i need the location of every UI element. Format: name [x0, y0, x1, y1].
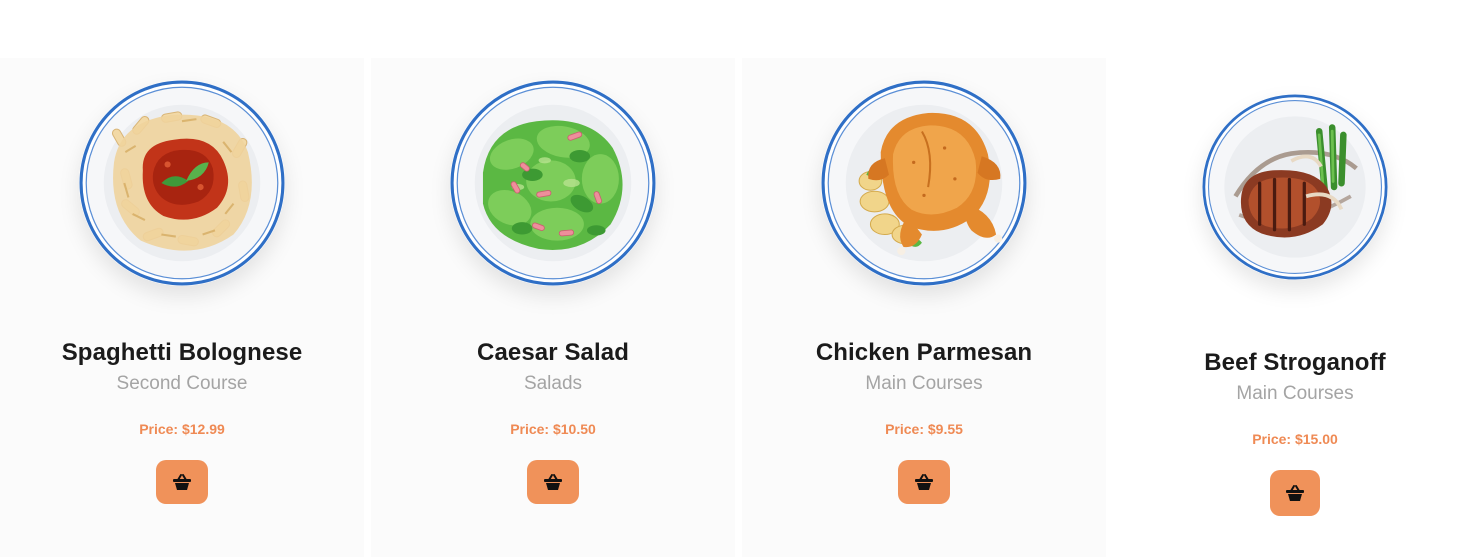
product-card: Beef Stroganoff Main Courses Price: $15.…	[1113, 58, 1477, 557]
product-name: Spaghetti Bolognese	[61, 339, 303, 366]
product-name: Chicken Parmesan	[815, 339, 1033, 366]
product-card: Caesar Salad Salads Price: $10.50	[371, 58, 735, 557]
pasta-plate-icon[interactable]	[79, 80, 285, 286]
roast-chicken-plate-icon[interactable]	[821, 80, 1027, 286]
product-grid: Spaghetti Bolognese Second Course Price:…	[0, 58, 1477, 557]
product-category: Main Courses	[1236, 383, 1354, 404]
add-to-cart-button[interactable]	[527, 460, 579, 504]
basket-icon	[915, 474, 933, 490]
basket-icon	[173, 474, 191, 490]
basket-icon	[1286, 485, 1304, 501]
steak-plate-icon[interactable]	[1202, 94, 1388, 280]
product-price: Price: $12.99	[139, 421, 225, 437]
product-price: Price: $9.55	[885, 421, 963, 437]
product-card: Spaghetti Bolognese Second Course Price:…	[0, 58, 364, 557]
add-to-cart-button[interactable]	[898, 460, 950, 504]
add-to-cart-button[interactable]	[1270, 470, 1320, 516]
salad-plate-icon[interactable]	[450, 80, 656, 286]
product-category: Main Courses	[865, 373, 983, 394]
product-card: Chicken Parmesan Main Courses Price: $9.…	[742, 58, 1106, 557]
product-price: Price: $15.00	[1252, 431, 1338, 447]
product-name: Caesar Salad	[477, 339, 629, 366]
basket-icon	[544, 474, 562, 490]
product-name: Beef Stroganoff	[1204, 349, 1386, 376]
product-category: Salads	[523, 373, 583, 394]
product-category: Second Course	[116, 373, 248, 394]
add-to-cart-button[interactable]	[156, 460, 208, 504]
menu-page: Spaghetti Bolognese Second Course Price:…	[0, 0, 1477, 557]
product-price: Price: $10.50	[510, 421, 596, 437]
